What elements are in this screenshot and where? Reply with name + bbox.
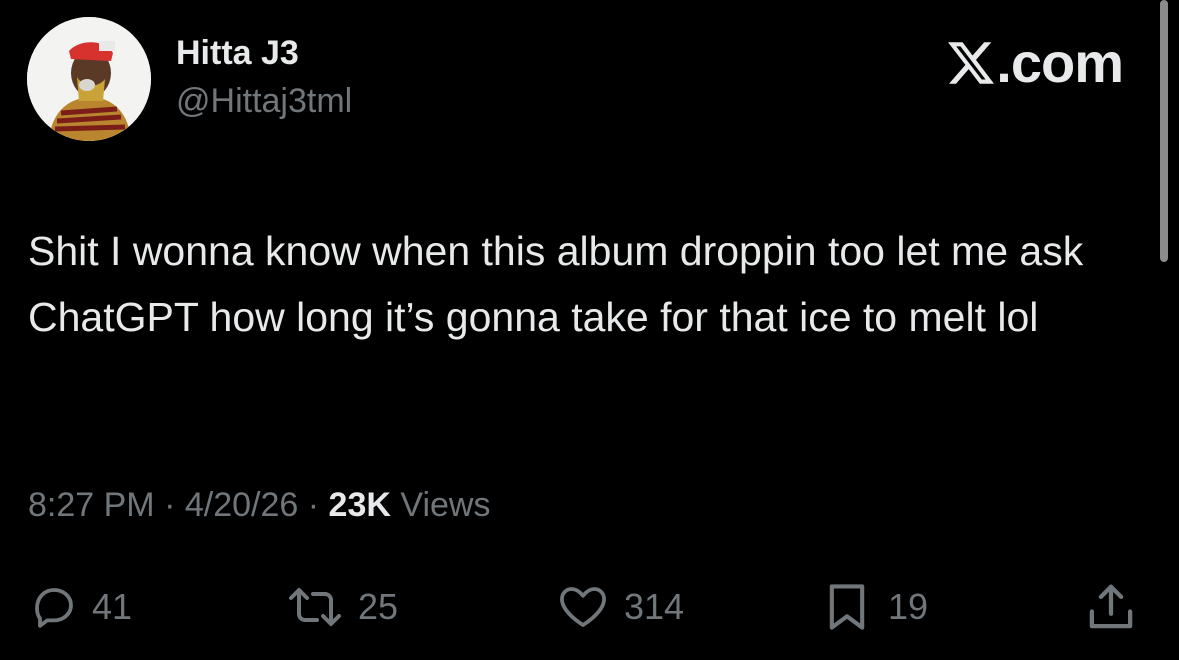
bookmark-count: 19 xyxy=(888,586,929,627)
like-icon xyxy=(560,587,606,627)
tweet-meta: 8:27 PM · 4/20/26 · 23K Views xyxy=(28,486,490,525)
display-name[interactable]: Hitta J3 xyxy=(176,34,299,73)
reply-icon xyxy=(35,588,73,628)
share-icon xyxy=(1089,584,1133,629)
meta-separator: · xyxy=(307,486,320,524)
action-bar: 41 25 314 19 xyxy=(0,580,1179,634)
x-brand-logo: .com xyxy=(948,30,1124,95)
like-count: 314 xyxy=(624,586,685,627)
repost-icon xyxy=(289,588,341,626)
bookmark-button[interactable]: 19 xyxy=(820,580,928,634)
scrollbar[interactable] xyxy=(1160,0,1168,262)
repost-button[interactable]: 25 xyxy=(286,580,398,634)
avatar[interactable] xyxy=(27,17,151,141)
repost-count: 25 xyxy=(358,586,399,627)
views-label: Views xyxy=(400,486,491,524)
tweet-date[interactable]: 4/20/26 xyxy=(185,486,298,524)
reply-count: 41 xyxy=(92,586,133,627)
tweet-time[interactable]: 8:27 PM xyxy=(28,486,155,524)
user-handle[interactable]: @Hittaj3tml xyxy=(176,82,352,121)
x-logo-icon xyxy=(948,41,995,84)
like-button[interactable]: 314 xyxy=(556,580,684,634)
reply-button[interactable]: 41 xyxy=(30,580,132,634)
profile-photo-icon xyxy=(27,17,151,141)
meta-separator: · xyxy=(164,486,176,524)
views-count: 23K xyxy=(328,486,391,524)
share-button[interactable] xyxy=(1084,580,1138,634)
bookmark-icon xyxy=(829,584,865,630)
brand-domain: .com xyxy=(996,31,1124,94)
tweet-text: Shit I wonna know when this album droppi… xyxy=(28,228,1084,340)
